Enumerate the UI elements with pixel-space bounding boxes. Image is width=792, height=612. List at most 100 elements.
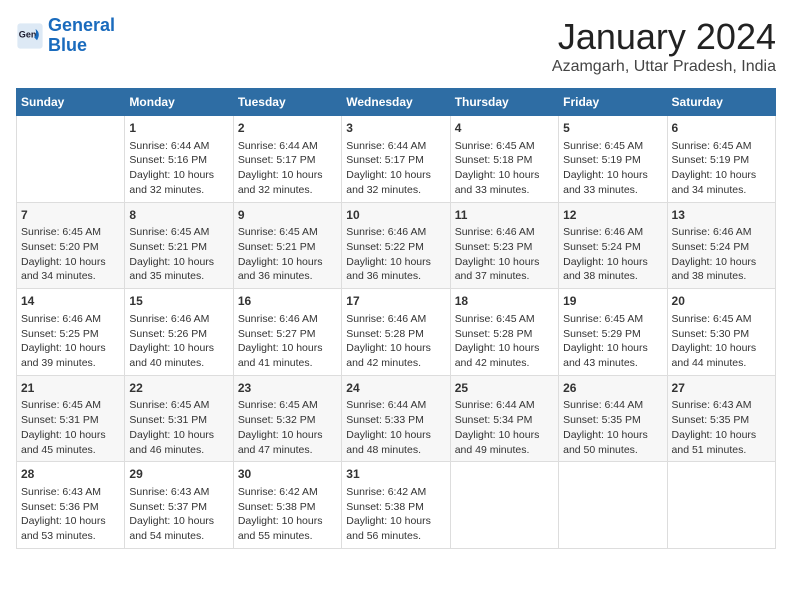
day-info: Sunrise: 6:44 AM Sunset: 5:35 PM Dayligh…: [563, 398, 662, 457]
day-number: 5: [563, 120, 662, 137]
day-number: 18: [455, 293, 554, 310]
calendar-week-row: 7Sunrise: 6:45 AM Sunset: 5:20 PM Daylig…: [17, 202, 776, 289]
day-info: Sunrise: 6:45 AM Sunset: 5:20 PM Dayligh…: [21, 225, 120, 284]
day-info: Sunrise: 6:42 AM Sunset: 5:38 PM Dayligh…: [238, 485, 337, 544]
day-info: Sunrise: 6:46 AM Sunset: 5:24 PM Dayligh…: [672, 225, 771, 284]
calendar-cell: 2 Sunrise: 6:44 AM Sunset: 5:17 PM Daylig…: [233, 116, 341, 203]
calendar-cell: 8Sunrise: 6:45 AM Sunset: 5:21 PM Daylig…: [125, 202, 233, 289]
day-number: 23: [238, 380, 337, 397]
day-info: Sunrise: 6:45 AM Sunset: 5:29 PM Dayligh…: [563, 312, 662, 371]
calendar-cell: [17, 116, 125, 203]
day-info: Sunrise: 6:44 AM Sunset: 5:33 PM Dayligh…: [346, 398, 445, 457]
day-number: 1: [129, 120, 228, 137]
calendar-cell: [559, 462, 667, 549]
day-number: 19: [563, 293, 662, 310]
calendar-cell: 11Sunrise: 6:46 AM Sunset: 5:23 PM Dayli…: [450, 202, 558, 289]
day-number: 17: [346, 293, 445, 310]
day-number: 26: [563, 380, 662, 397]
day-info: Sunrise: 6:46 AM Sunset: 5:28 PM Dayligh…: [346, 312, 445, 371]
day-info: Sunrise: 6:42 AM Sunset: 5:38 PM Dayligh…: [346, 485, 445, 544]
calendar-cell: 4Sunrise: 6:45 AM Sunset: 5:18 PM Daylig…: [450, 116, 558, 203]
page-header: Gen GeneralBlue January 2024 Azamgarh, U…: [16, 16, 776, 76]
calendar-table: SundayMondayTuesdayWednesdayThursdayFrid…: [16, 88, 776, 549]
weekday-header: Thursday: [450, 89, 558, 116]
day-number: 14: [21, 293, 120, 310]
calendar-week-row: 28 Sunrise: 6:43 AM Sunset: 5:36 PM Dayli…: [17, 462, 776, 549]
day-info: Sunrise: 6:44 AM Sunset: 5:17 PM Dayligh…: [238, 139, 337, 198]
month-title: January 2024: [552, 16, 776, 58]
title-block: January 2024 Azamgarh, Uttar Pradesh, In…: [552, 16, 776, 76]
calendar-cell: 18 Sunrise: 6:45 AM Sunset: 5:28 PM Dayli…: [450, 289, 558, 376]
day-info: Sunrise: 6:45 AM Sunset: 5:31 PM Dayligh…: [21, 398, 120, 457]
day-number: 28: [21, 466, 120, 483]
calendar-cell: 19 Sunrise: 6:45 AM Sunset: 5:29 PM Dayli…: [559, 289, 667, 376]
calendar-cell: 15 Sunrise: 6:46 AM Sunset: 5:26 PM Dayli…: [125, 289, 233, 376]
svg-text:Gen: Gen: [19, 29, 37, 39]
calendar-cell: 13Sunrise: 6:46 AM Sunset: 5:24 PM Dayli…: [667, 202, 775, 289]
calendar-cell: [450, 462, 558, 549]
weekday-header: Monday: [125, 89, 233, 116]
day-info: Sunrise: 6:45 AM Sunset: 5:21 PM Dayligh…: [238, 225, 337, 284]
day-info: Sunrise: 6:45 AM Sunset: 5:30 PM Dayligh…: [672, 312, 771, 371]
calendar-week-row: 21Sunrise: 6:45 AM Sunset: 5:31 PM Dayli…: [17, 375, 776, 462]
calendar-cell: 16 Sunrise: 6:46 AM Sunset: 5:27 PM Dayli…: [233, 289, 341, 376]
calendar-cell: 5 Sunrise: 6:45 AM Sunset: 5:19 PM Daylig…: [559, 116, 667, 203]
calendar-cell: 1Sunrise: 6:44 AM Sunset: 5:16 PM Daylig…: [125, 116, 233, 203]
calendar-cell: 14 Sunrise: 6:46 AM Sunset: 5:25 PM Dayli…: [17, 289, 125, 376]
day-number: 31: [346, 466, 445, 483]
calendar-cell: 10Sunrise: 6:46 AM Sunset: 5:22 PM Dayli…: [342, 202, 450, 289]
day-number: 29: [129, 466, 228, 483]
day-number: 27: [672, 380, 771, 397]
day-info: Sunrise: 6:45 AM Sunset: 5:18 PM Dayligh…: [455, 139, 554, 198]
day-number: 10: [346, 207, 445, 224]
calendar-cell: 30 Sunrise: 6:42 AM Sunset: 5:38 PM Dayli…: [233, 462, 341, 549]
weekday-header: Sunday: [17, 89, 125, 116]
calendar-cell: 20 Sunrise: 6:45 AM Sunset: 5:30 PM Dayli…: [667, 289, 775, 376]
day-number: 22: [129, 380, 228, 397]
day-number: 2: [238, 120, 337, 137]
calendar-cell: 12Sunrise: 6:46 AM Sunset: 5:24 PM Dayli…: [559, 202, 667, 289]
calendar-header-row: SundayMondayTuesdayWednesdayThursdayFrid…: [17, 89, 776, 116]
location-title: Azamgarh, Uttar Pradesh, India: [552, 58, 776, 76]
calendar-cell: 6Sunrise: 6:45 AM Sunset: 5:19 PM Daylig…: [667, 116, 775, 203]
calendar-cell: 27Sunrise: 6:43 AM Sunset: 5:35 PM Dayli…: [667, 375, 775, 462]
weekday-header: Tuesday: [233, 89, 341, 116]
day-info: Sunrise: 6:46 AM Sunset: 5:24 PM Dayligh…: [563, 225, 662, 284]
day-number: 20: [672, 293, 771, 310]
day-number: 15: [129, 293, 228, 310]
day-info: Sunrise: 6:43 AM Sunset: 5:35 PM Dayligh…: [672, 398, 771, 457]
day-number: 13: [672, 207, 771, 224]
calendar-cell: 28 Sunrise: 6:43 AM Sunset: 5:36 PM Dayli…: [17, 462, 125, 549]
day-info: Sunrise: 6:45 AM Sunset: 5:19 PM Dayligh…: [563, 139, 662, 198]
calendar-cell: 7Sunrise: 6:45 AM Sunset: 5:20 PM Daylig…: [17, 202, 125, 289]
day-info: Sunrise: 6:45 AM Sunset: 5:28 PM Dayligh…: [455, 312, 554, 371]
calendar-cell: 24Sunrise: 6:44 AM Sunset: 5:33 PM Dayli…: [342, 375, 450, 462]
calendar-week-row: 1Sunrise: 6:44 AM Sunset: 5:16 PM Daylig…: [17, 116, 776, 203]
day-number: 16: [238, 293, 337, 310]
day-number: 30: [238, 466, 337, 483]
calendar-week-row: 14 Sunrise: 6:46 AM Sunset: 5:25 PM Dayli…: [17, 289, 776, 376]
day-info: Sunrise: 6:43 AM Sunset: 5:36 PM Dayligh…: [21, 485, 120, 544]
calendar-cell: [667, 462, 775, 549]
day-info: Sunrise: 6:46 AM Sunset: 5:26 PM Dayligh…: [129, 312, 228, 371]
logo-text: GeneralBlue: [48, 16, 115, 56]
day-info: Sunrise: 6:46 AM Sunset: 5:27 PM Dayligh…: [238, 312, 337, 371]
day-info: Sunrise: 6:45 AM Sunset: 5:21 PM Dayligh…: [129, 225, 228, 284]
day-info: Sunrise: 6:45 AM Sunset: 5:32 PM Dayligh…: [238, 398, 337, 457]
calendar-cell: 23Sunrise: 6:45 AM Sunset: 5:32 PM Dayli…: [233, 375, 341, 462]
calendar-cell: 9Sunrise: 6:45 AM Sunset: 5:21 PM Daylig…: [233, 202, 341, 289]
day-info: Sunrise: 6:46 AM Sunset: 5:23 PM Dayligh…: [455, 225, 554, 284]
day-number: 3: [346, 120, 445, 137]
weekday-header: Saturday: [667, 89, 775, 116]
calendar-cell: 29Sunrise: 6:43 AM Sunset: 5:37 PM Dayli…: [125, 462, 233, 549]
calendar-cell: 3Sunrise: 6:44 AM Sunset: 5:17 PM Daylig…: [342, 116, 450, 203]
weekday-header: Wednesday: [342, 89, 450, 116]
day-number: 11: [455, 207, 554, 224]
day-number: 9: [238, 207, 337, 224]
day-info: Sunrise: 6:46 AM Sunset: 5:25 PM Dayligh…: [21, 312, 120, 371]
day-number: 7: [21, 207, 120, 224]
logo: Gen GeneralBlue: [16, 16, 115, 56]
day-number: 24: [346, 380, 445, 397]
day-number: 8: [129, 207, 228, 224]
calendar-cell: 22Sunrise: 6:45 AM Sunset: 5:31 PM Dayli…: [125, 375, 233, 462]
